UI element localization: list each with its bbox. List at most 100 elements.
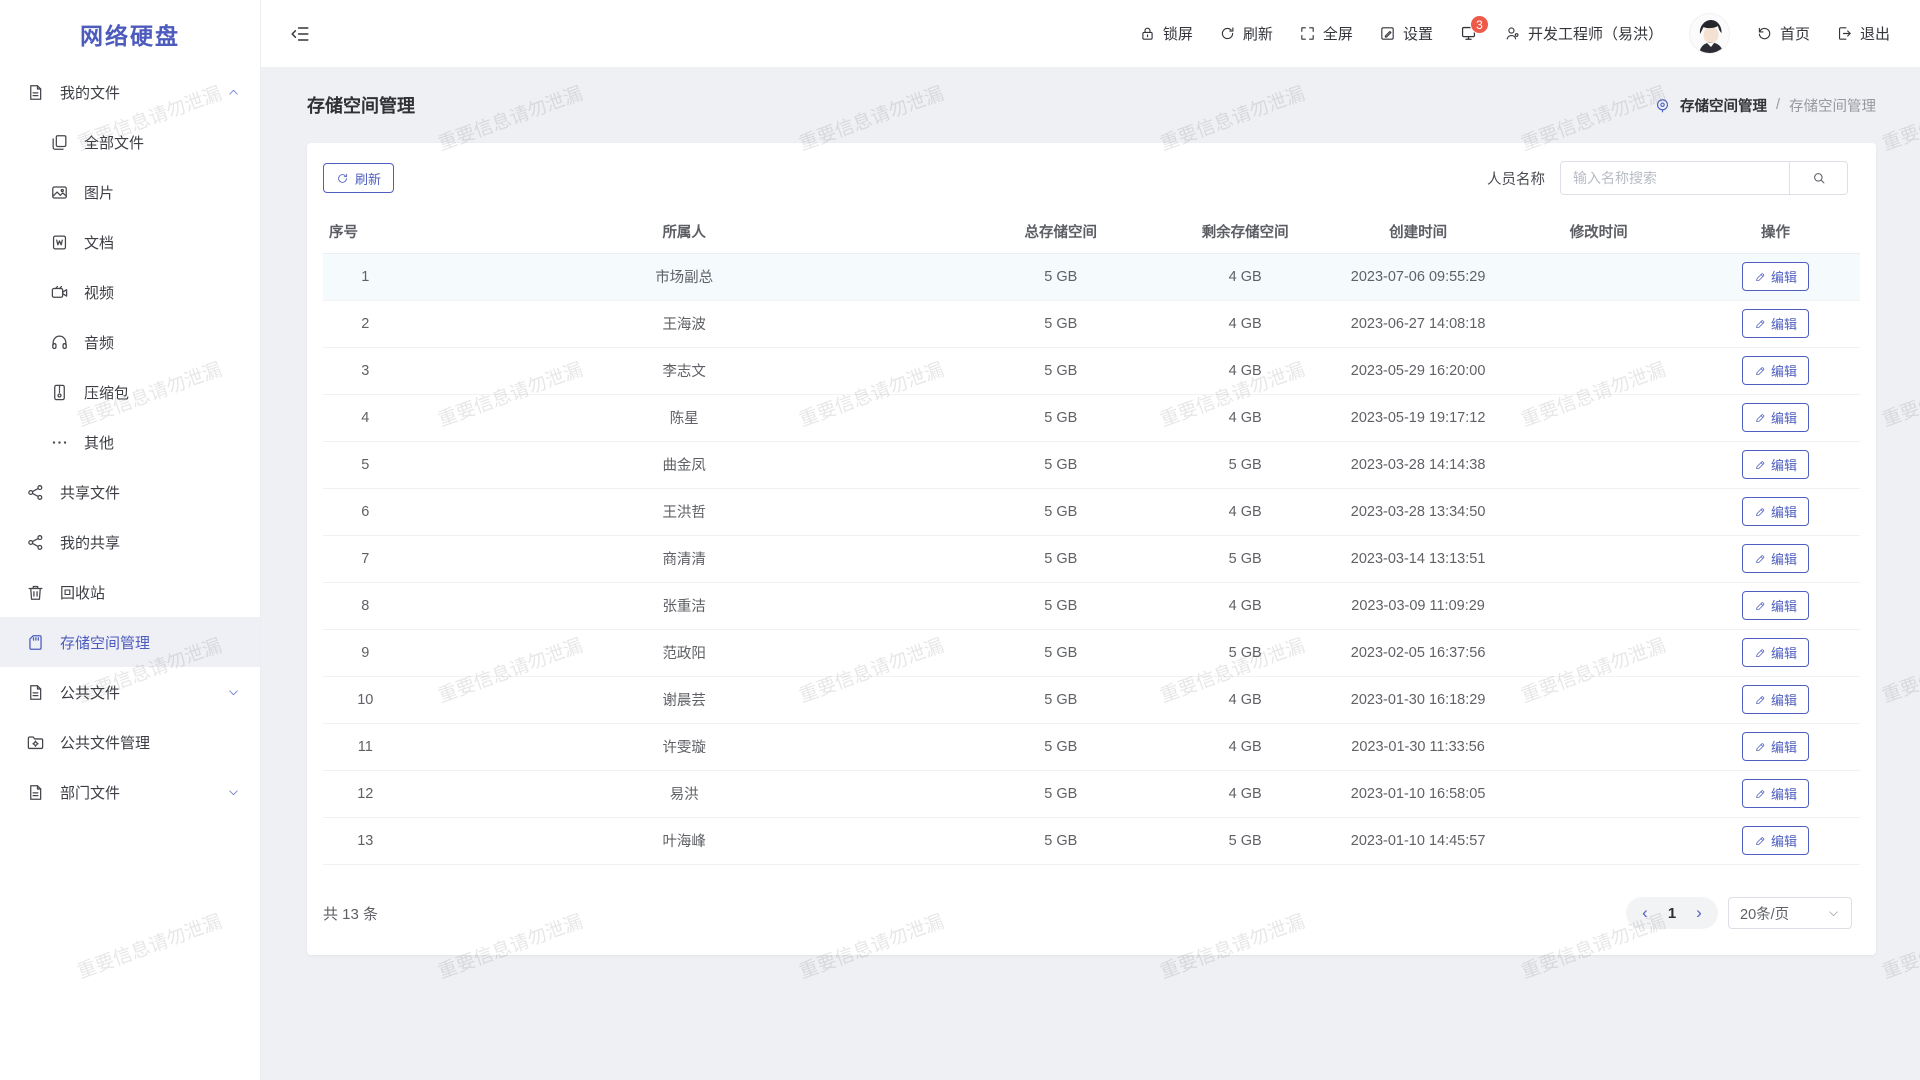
cell-total-storage: 5 GB — [961, 770, 1161, 817]
ellipsis-icon — [50, 433, 69, 452]
avatar[interactable] — [1689, 13, 1730, 54]
cell-total-storage: 5 GB — [961, 535, 1161, 582]
col-created-time: 创建时间 — [1330, 211, 1507, 253]
table-row: 1 市场副总 5 GB 4 GB 2023-07-06 09:55:29 编辑 — [323, 253, 1860, 300]
refresh-page-button[interactable]: 刷新 — [1219, 23, 1273, 44]
cell-actions: 编辑 — [1691, 253, 1860, 300]
cell-remaining-storage: 4 GB — [1161, 723, 1330, 770]
table-row: 3 李志文 5 GB 4 GB 2023-05-29 16:20:00 编辑 — [323, 347, 1860, 394]
table-row: 12 易洪 5 GB 4 GB 2023-01-10 16:58:05 编辑 — [323, 770, 1860, 817]
fullscreen-button[interactable]: 全屏 — [1299, 23, 1353, 44]
cell-modified-time — [1506, 582, 1690, 629]
cell-index: 12 — [323, 770, 408, 817]
trash-icon — [26, 583, 45, 602]
cell-index: 3 — [323, 347, 408, 394]
sidebar-item-audio[interactable]: 音频 — [0, 317, 260, 367]
refresh-table-label: 刷新 — [355, 169, 381, 188]
col-modified-time: 修改时间 — [1506, 211, 1690, 253]
breadcrumb: 存储空间管理 / 存储空间管理 — [1654, 95, 1876, 116]
cell-index: 6 — [323, 488, 408, 535]
search-button[interactable] — [1789, 162, 1847, 194]
sidebar-item-videos[interactable]: 视频 — [0, 267, 260, 317]
cell-modified-time — [1506, 488, 1690, 535]
cell-modified-time — [1506, 676, 1690, 723]
lock-screen-button[interactable]: 锁屏 — [1139, 23, 1193, 44]
edit-button[interactable]: 编辑 — [1742, 497, 1809, 526]
sidebar-item-all-files[interactable]: 全部文件 — [0, 117, 260, 167]
search-input[interactable] — [1561, 162, 1789, 194]
headphones-icon — [50, 333, 69, 352]
pencil-icon — [1754, 741, 1766, 753]
table-row: 4 陈星 5 GB 4 GB 2023-05-19 19:17:12 编辑 — [323, 394, 1860, 441]
logout-button[interactable]: 退出 — [1836, 23, 1890, 44]
cell-created-time: 2023-01-10 14:45:57 — [1330, 817, 1507, 864]
pagination-bar: 共 13 条 ‹ 1 › 20条/页 — [323, 897, 1852, 929]
cell-created-time: 2023-05-29 16:20:00 — [1330, 347, 1507, 394]
edit-button[interactable]: 编辑 — [1742, 685, 1809, 714]
edit-button[interactable]: 编辑 — [1742, 309, 1809, 338]
edit-button[interactable]: 编辑 — [1742, 403, 1809, 432]
sidebar-item-public-files-management[interactable]: 公共文件管理 — [0, 717, 260, 767]
breadcrumb-root[interactable]: 存储空间管理 — [1680, 95, 1767, 116]
edit-button[interactable]: 编辑 — [1742, 638, 1809, 667]
next-page-button[interactable]: › — [1686, 903, 1712, 923]
refresh-table-button[interactable]: 刷新 — [323, 163, 394, 193]
sidebar-item-other[interactable]: 其他 — [0, 417, 260, 467]
sidebar-item-label: 图片 — [84, 182, 114, 203]
pencil-icon — [1754, 600, 1766, 612]
sidebar-item-recycle-bin[interactable]: 回收站 — [0, 567, 260, 617]
share-icon — [26, 483, 45, 502]
page-size-select[interactable]: 20条/页 — [1728, 897, 1852, 929]
notification-button[interactable]: 3 — [1459, 24, 1478, 43]
sidebar-item-label: 全部文件 — [84, 132, 144, 153]
cell-actions: 编辑 — [1691, 488, 1860, 535]
edit-button-label: 编辑 — [1771, 549, 1797, 568]
cell-owner: 叶海峰 — [408, 817, 961, 864]
cell-index: 13 — [323, 817, 408, 864]
chevron-down-icon — [227, 686, 240, 699]
sidebar-item-my-shares[interactable]: 我的共享 — [0, 517, 260, 567]
edit-button[interactable]: 编辑 — [1742, 356, 1809, 385]
edit-button[interactable]: 编辑 — [1742, 779, 1809, 808]
cell-modified-time — [1506, 441, 1690, 488]
table-row: 2 王海波 5 GB 4 GB 2023-06-27 14:08:18 编辑 — [323, 300, 1860, 347]
edit-button[interactable]: 编辑 — [1742, 591, 1809, 620]
chevron-down-icon — [1827, 907, 1840, 920]
sidebar: 网络硬盘 我的文件 全部文件 图片 文档 视频 — [0, 0, 261, 1080]
cell-created-time: 2023-01-30 11:33:56 — [1330, 723, 1507, 770]
sidebar-item-documents[interactable]: 文档 — [0, 217, 260, 267]
cell-owner: 李志文 — [408, 347, 961, 394]
home-button[interactable]: 首页 — [1756, 23, 1810, 44]
document-icon — [26, 683, 45, 702]
page-size-value: 20条/页 — [1740, 903, 1789, 924]
user-label: 开发工程师（易洪） — [1528, 23, 1663, 44]
current-user[interactable]: 开发工程师（易洪） — [1504, 23, 1663, 44]
cell-owner: 王洪哲 — [408, 488, 961, 535]
cell-index: 10 — [323, 676, 408, 723]
cell-remaining-storage: 4 GB — [1161, 770, 1330, 817]
settings-button[interactable]: 设置 — [1379, 23, 1433, 44]
sidebar-item-pictures[interactable]: 图片 — [0, 167, 260, 217]
sidebar-item-my-files[interactable]: 我的文件 — [0, 67, 260, 117]
sidebar-item-department-files[interactable]: 部门文件 — [0, 767, 260, 817]
cell-owner: 王海波 — [408, 300, 961, 347]
prev-page-button[interactable]: ‹ — [1632, 903, 1658, 923]
edit-button[interactable]: 编辑 — [1742, 826, 1809, 855]
edit-button[interactable]: 编辑 — [1742, 544, 1809, 573]
zip-file-icon — [50, 383, 69, 402]
collapse-sidebar-icon[interactable] — [289, 23, 311, 45]
pencil-icon — [1754, 412, 1766, 424]
current-page[interactable]: 1 — [1658, 905, 1686, 922]
cell-modified-time — [1506, 770, 1690, 817]
edit-button[interactable]: 编辑 — [1742, 450, 1809, 479]
sidebar-item-storage-management[interactable]: 存储空间管理 — [0, 617, 260, 667]
sidebar-item-shared-files[interactable]: 共享文件 — [0, 467, 260, 517]
sidebar-item-archives[interactable]: 压缩包 — [0, 367, 260, 417]
edit-button-label: 编辑 — [1771, 408, 1797, 427]
edit-button[interactable]: 编辑 — [1742, 732, 1809, 761]
cell-actions: 编辑 — [1691, 347, 1860, 394]
edit-button[interactable]: 编辑 — [1742, 262, 1809, 291]
page-header: 存储空间管理 存储空间管理 / 存储空间管理 — [261, 67, 1920, 143]
cell-owner: 范政阳 — [408, 629, 961, 676]
sidebar-item-public-files[interactable]: 公共文件 — [0, 667, 260, 717]
